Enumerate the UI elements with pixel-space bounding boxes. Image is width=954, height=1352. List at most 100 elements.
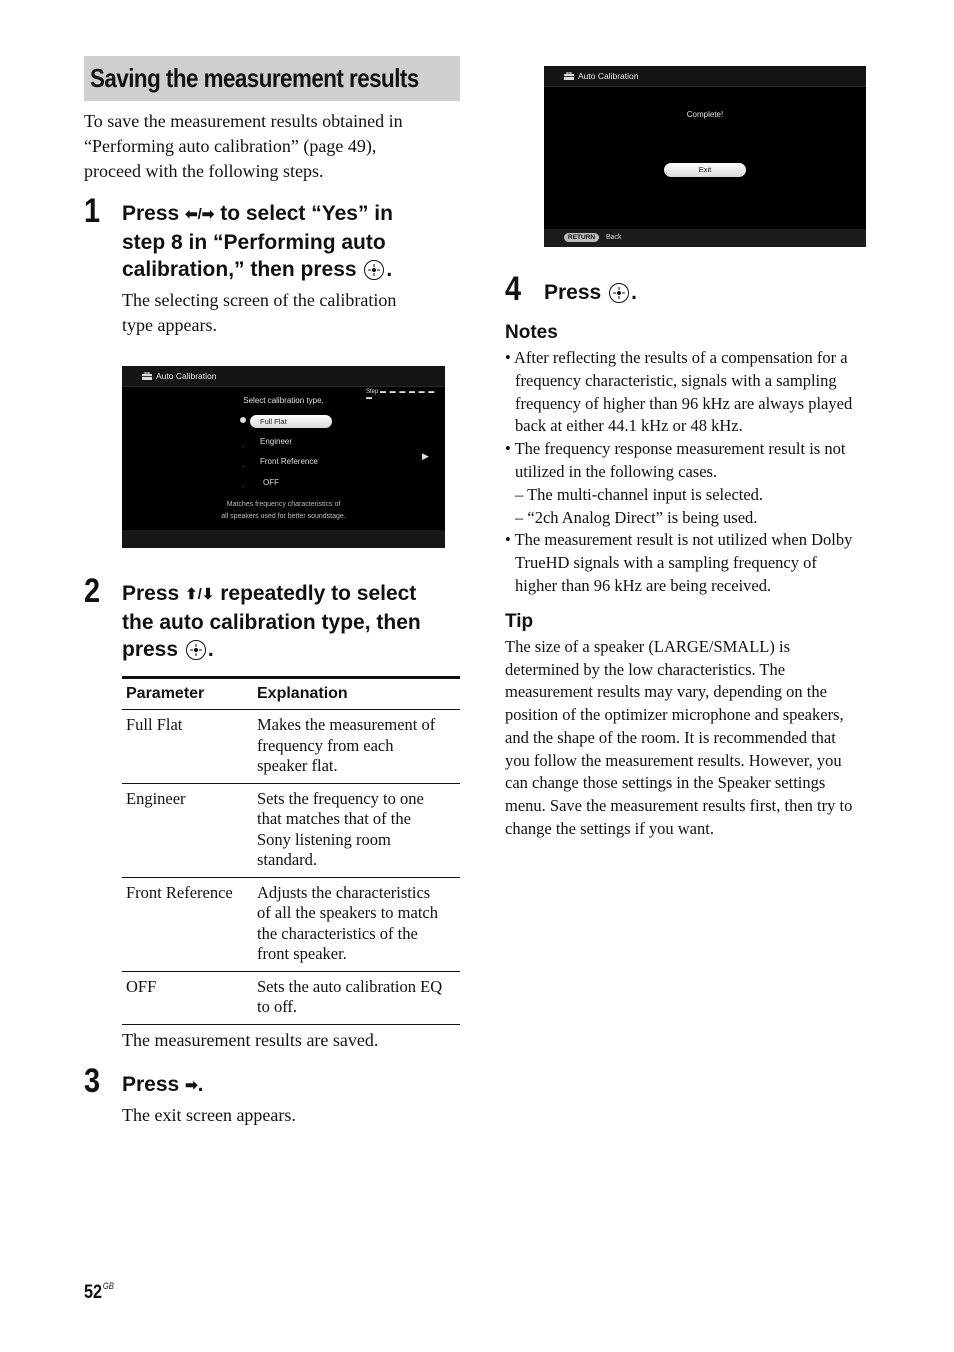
step-text: calibration,” then press (122, 258, 357, 281)
explanation-cell: Adjusts the characteristics of all the s… (253, 877, 460, 972)
option-off[interactable]: OFF (263, 478, 279, 487)
step-number: 3 (84, 1062, 101, 1100)
region-code: GB (102, 1281, 114, 1291)
tip-line: menu. Save the measurement results first… (505, 795, 853, 815)
calibration-complete-screen: Auto Calibration Complete! Exit RETURN B… (544, 66, 866, 247)
section-title: Saving the measurement results (84, 56, 460, 101)
parameter-cell: OFF (122, 971, 253, 1025)
tip-paragraph: The size of a speaker (LARGE/SMALL) is d… (505, 636, 890, 840)
cell-line: frequency from each (257, 735, 394, 755)
intro-line: proceed with the following steps. (84, 161, 324, 181)
step-1-description: The selecting screen of the calibration … (122, 288, 462, 338)
step-number: 2 (84, 572, 101, 610)
tip-line: change the settings if you want. (505, 818, 714, 838)
step-text: . (207, 638, 214, 661)
step-text: Press (122, 202, 180, 225)
option-description: Matches frequency characteristics of all… (122, 499, 445, 523)
tip-line: determined by the low characteristics. T… (505, 659, 786, 679)
step-text: step 8 in “Performing auto (122, 230, 386, 254)
step-2-heading: Press ⬆/⬇ repeatedly to select the auto … (122, 580, 467, 664)
cell-line: Sets the auto calibration EQ (257, 976, 443, 996)
column-header-parameter: Parameter (122, 676, 253, 710)
step-text: Press (122, 1073, 180, 1096)
note-item: • The measurement result is not utilized… (505, 529, 885, 597)
screen-header: Auto Calibration (122, 366, 445, 387)
toolbox-icon (142, 372, 152, 380)
note-line: • The frequency response measurement res… (505, 439, 846, 459)
notes-heading: Notes (505, 322, 558, 343)
step-text: Press (544, 281, 602, 304)
table-row: OFF Sets the auto calibration EQ to off. (122, 971, 460, 1025)
results-saved-text: The measurement results are saved. (122, 1030, 379, 1050)
parameter-cell: Front Reference (122, 877, 253, 972)
cell-line: to off. (257, 997, 298, 1016)
toolbox-icon (564, 72, 574, 80)
note-line: • The measurement result is not utilized… (505, 530, 853, 550)
tip-line: measurement results may vary, depending … (505, 682, 827, 702)
tip-line: The size of a speaker (LARGE/SMALL) is (505, 637, 791, 656)
table-row: Full Flat Makes the measurement of frequ… (122, 709, 460, 784)
column-header-explanation: Explanation (253, 676, 460, 710)
table-header-row: Parameter Explanation (122, 676, 460, 710)
enter-button-icon (364, 260, 385, 280)
option-label: Full Flat (260, 417, 287, 426)
step-text: to select “Yes” in (220, 202, 393, 225)
screen-header: Auto Calibration (544, 66, 866, 87)
tip-line: you follow the measurement results. Howe… (505, 750, 842, 770)
cell-line: that matches that of the (257, 809, 411, 828)
intro-line: To save the measurement results obtained… (84, 111, 403, 131)
option-engineer[interactable]: Engineer (260, 437, 292, 446)
exit-button[interactable]: Exit (664, 163, 746, 177)
return-key-badge[interactable]: RETURN (564, 233, 600, 242)
explanation-cell: Sets the frequency to one that matches t… (253, 783, 460, 878)
tip-line: position of the optimizer microphone and… (505, 705, 844, 725)
description-line: The selecting screen of the calibration (122, 290, 397, 310)
step-text: repeatedly to select (220, 582, 417, 605)
screen-title: Auto Calibration (156, 371, 217, 381)
complete-message: Complete! (686, 110, 724, 119)
parameter-cell: Engineer (122, 783, 253, 878)
cell-line: the characteristics of the (257, 923, 418, 943)
option-full-flat[interactable]: Full Flat (250, 415, 332, 428)
enter-button-icon (185, 640, 206, 660)
screen-footer (122, 530, 445, 548)
description-line: all speakers used for better soundstage. (221, 513, 346, 520)
screen-prompt: Select calibration type. (243, 396, 324, 405)
selected-radio (240, 417, 246, 423)
cell-line: Sets the frequency to one (257, 788, 424, 808)
calibration-type-table: Parameter Explanation Full Flat Makes th… (122, 676, 460, 1025)
note-line: back at either 44.1 kHz or 48 kHz. (515, 416, 743, 436)
intro-paragraph: To save the measurement results obtained… (84, 109, 464, 184)
step-text: . (197, 1073, 204, 1096)
note-line: utilized in the following cases. (515, 461, 718, 481)
tip-line: can change those settings in the Speaker… (505, 773, 826, 793)
note-line: frequency of higher than 96 kHz are alwa… (515, 393, 853, 413)
intro-line: “Performing auto calibration” (page 49), (84, 136, 377, 156)
unselected-radio: ⸝ (242, 443, 246, 449)
note-subitem: – “2ch Analog Direct” is being used. (515, 507, 758, 527)
cell-line: speaker flat. (257, 756, 338, 775)
unselected-radio: ⸝ (242, 483, 246, 489)
cell-line: front speaker. (257, 944, 347, 963)
tip-line: and the shape of the room. It is recomme… (505, 727, 836, 747)
left-right-arrow-icon: ⬅/➡ (185, 206, 215, 223)
step-3-heading: Press ➡. (122, 1071, 203, 1100)
right-arrow-icon: ➡ (185, 1077, 198, 1094)
up-down-arrow-icon: ⬆/⬇ (185, 586, 215, 603)
option-front-reference[interactable]: Front Reference (260, 457, 318, 466)
step-4-heading: Press . (544, 279, 637, 307)
screen-footer: RETURN Back (544, 229, 866, 247)
step-number: 1 (84, 192, 101, 230)
explanation-cell: Makes the measurement of frequency from … (253, 709, 460, 784)
page-number: 52GB (84, 1281, 114, 1304)
back-label: Back (606, 234, 622, 241)
page-number-value: 52 (84, 1282, 102, 1303)
section-title-text: Saving the measurement results (90, 63, 419, 93)
step-3-description: The exit screen appears. (122, 1105, 296, 1125)
enter-button-icon (609, 283, 630, 303)
unselected-radio: ⸝ (242, 463, 246, 469)
next-arrow-icon[interactable]: ▶ (422, 451, 429, 462)
step-text: Press (122, 582, 180, 605)
cell-line: Sony listening room (257, 829, 391, 849)
note-item: • The frequency response measurement res… (505, 438, 885, 484)
